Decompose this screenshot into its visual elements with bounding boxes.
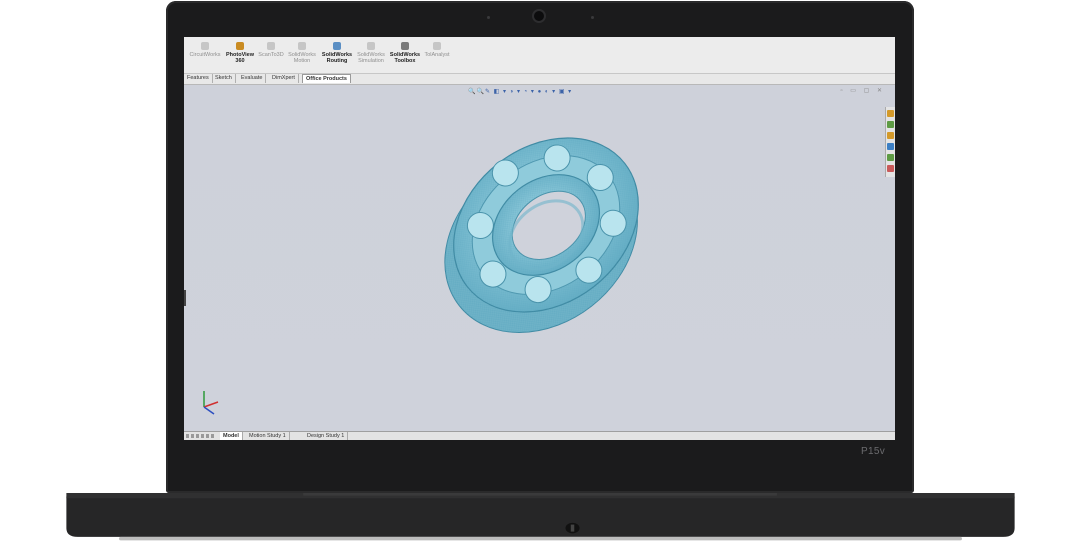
graphics-area[interactable]: 🔍🔍✎ ◧ ▾ ◑ ▾ ◔ ▾ ● ◐ ▾ ▣ ▾ ▫ ▭ ▢ ✕ [184, 85, 895, 431]
ribbon-item-routing[interactable]: SolidWorks Routing [318, 42, 356, 64]
tab-dimxpert[interactable]: DimXpert [269, 74, 299, 83]
tab-office-products[interactable]: Office Products [302, 74, 351, 83]
reference-triad-icon [203, 391, 219, 415]
simulation-icon [367, 42, 375, 50]
model-label: P15v [861, 446, 885, 457]
tab-design-study-1[interactable]: Design Study 1 [304, 432, 349, 440]
command-manager-ribbon: CircuitWorks PhotoView 360 ScanTo3D Soli… [184, 37, 895, 74]
model-tabs-bar: Model Motion Study 1 Design Study 1 [184, 431, 895, 440]
tab-model[interactable]: Model [220, 432, 243, 440]
ribbon-item-motion[interactable]: SolidWorks Motion [283, 42, 321, 64]
routing-icon [333, 42, 341, 50]
tab-sketch[interactable]: Sketch [212, 74, 236, 83]
tab-motion-study-1[interactable]: Motion Study 1 [246, 432, 290, 440]
ribbon-item-circuitworks[interactable]: CircuitWorks [186, 42, 224, 58]
laptop-base [66, 493, 1015, 541]
tab-evaluate[interactable]: Evaluate [238, 74, 267, 83]
screen: CircuitWorks PhotoView 360 ScanTo3D Soli… [184, 37, 895, 440]
mic-dot [591, 16, 594, 19]
motion-icon [298, 42, 306, 50]
ambient-sensor [487, 16, 490, 19]
tab-scroll-arrows[interactable] [186, 434, 216, 438]
tab-features[interactable]: Features [184, 74, 213, 83]
toolbox-icon [401, 42, 409, 50]
photoview-icon [236, 42, 244, 50]
bearing-model [444, 137, 639, 333]
ribbon-item-tolanalyst[interactable]: TolAnalyst [418, 42, 456, 58]
scanto3d-icon [267, 42, 275, 50]
ribbon-item-simulation[interactable]: SolidWorks Simulation [352, 42, 390, 64]
tolanalyst-icon [433, 42, 441, 50]
circuitworks-icon [201, 42, 209, 50]
webcam-icon [532, 9, 546, 23]
command-tabs: Features Sketch Evaluate DimXpert Office… [184, 74, 895, 85]
